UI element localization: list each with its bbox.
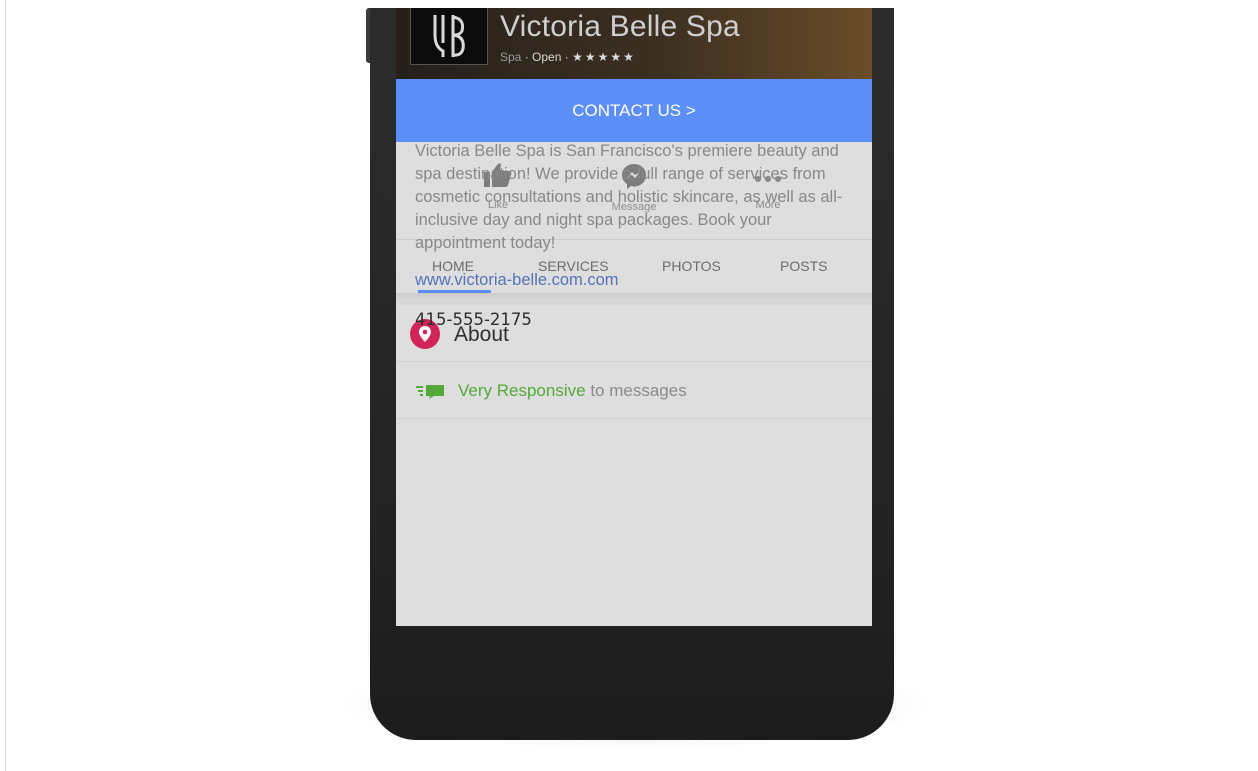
open-status: Open bbox=[532, 50, 562, 64]
about-description: Victoria Belle Spa is San Francisco's pr… bbox=[415, 142, 843, 252]
about-card: About Very Responsive to messages bbox=[396, 305, 872, 626]
page-subtitle: Spa · Open · ★★★★★ bbox=[500, 50, 636, 64]
separator: · bbox=[524, 50, 529, 64]
page-category: Spa bbox=[500, 50, 522, 64]
fast-reply-icon bbox=[416, 385, 444, 399]
tab-bar-shadow bbox=[396, 293, 872, 305]
phone-screen: Victoria Belle Spa Spa · Open · ★★★★★ CO… bbox=[396, 8, 872, 626]
vb-monogram-icon bbox=[433, 15, 465, 57]
responsiveness-text: Very Responsive to messages bbox=[458, 381, 687, 401]
website-link[interactable]: www.victoria-belle.com.com bbox=[415, 271, 619, 290]
tab-posts[interactable]: POSTS bbox=[780, 258, 827, 274]
responsiveness-suffix: to messages bbox=[590, 381, 687, 400]
responsiveness-row: Very Responsive to messages bbox=[396, 362, 872, 419]
cover-header: Victoria Belle Spa Spa · Open · ★★★★★ bbox=[396, 8, 872, 79]
page-title: Victoria Belle Spa bbox=[500, 10, 740, 43]
contact-us-button[interactable]: CONTACT US > bbox=[396, 79, 872, 142]
page-logo bbox=[410, 8, 488, 65]
left-border-line bbox=[5, 0, 6, 771]
rating-stars: ★★★★★ bbox=[572, 50, 636, 64]
tab-photos[interactable]: PHOTOS bbox=[662, 258, 721, 274]
phone-number[interactable]: 415-555-2175 bbox=[415, 310, 532, 329]
responsiveness-level: Very Responsive bbox=[458, 381, 586, 400]
separator: · bbox=[564, 50, 569, 64]
